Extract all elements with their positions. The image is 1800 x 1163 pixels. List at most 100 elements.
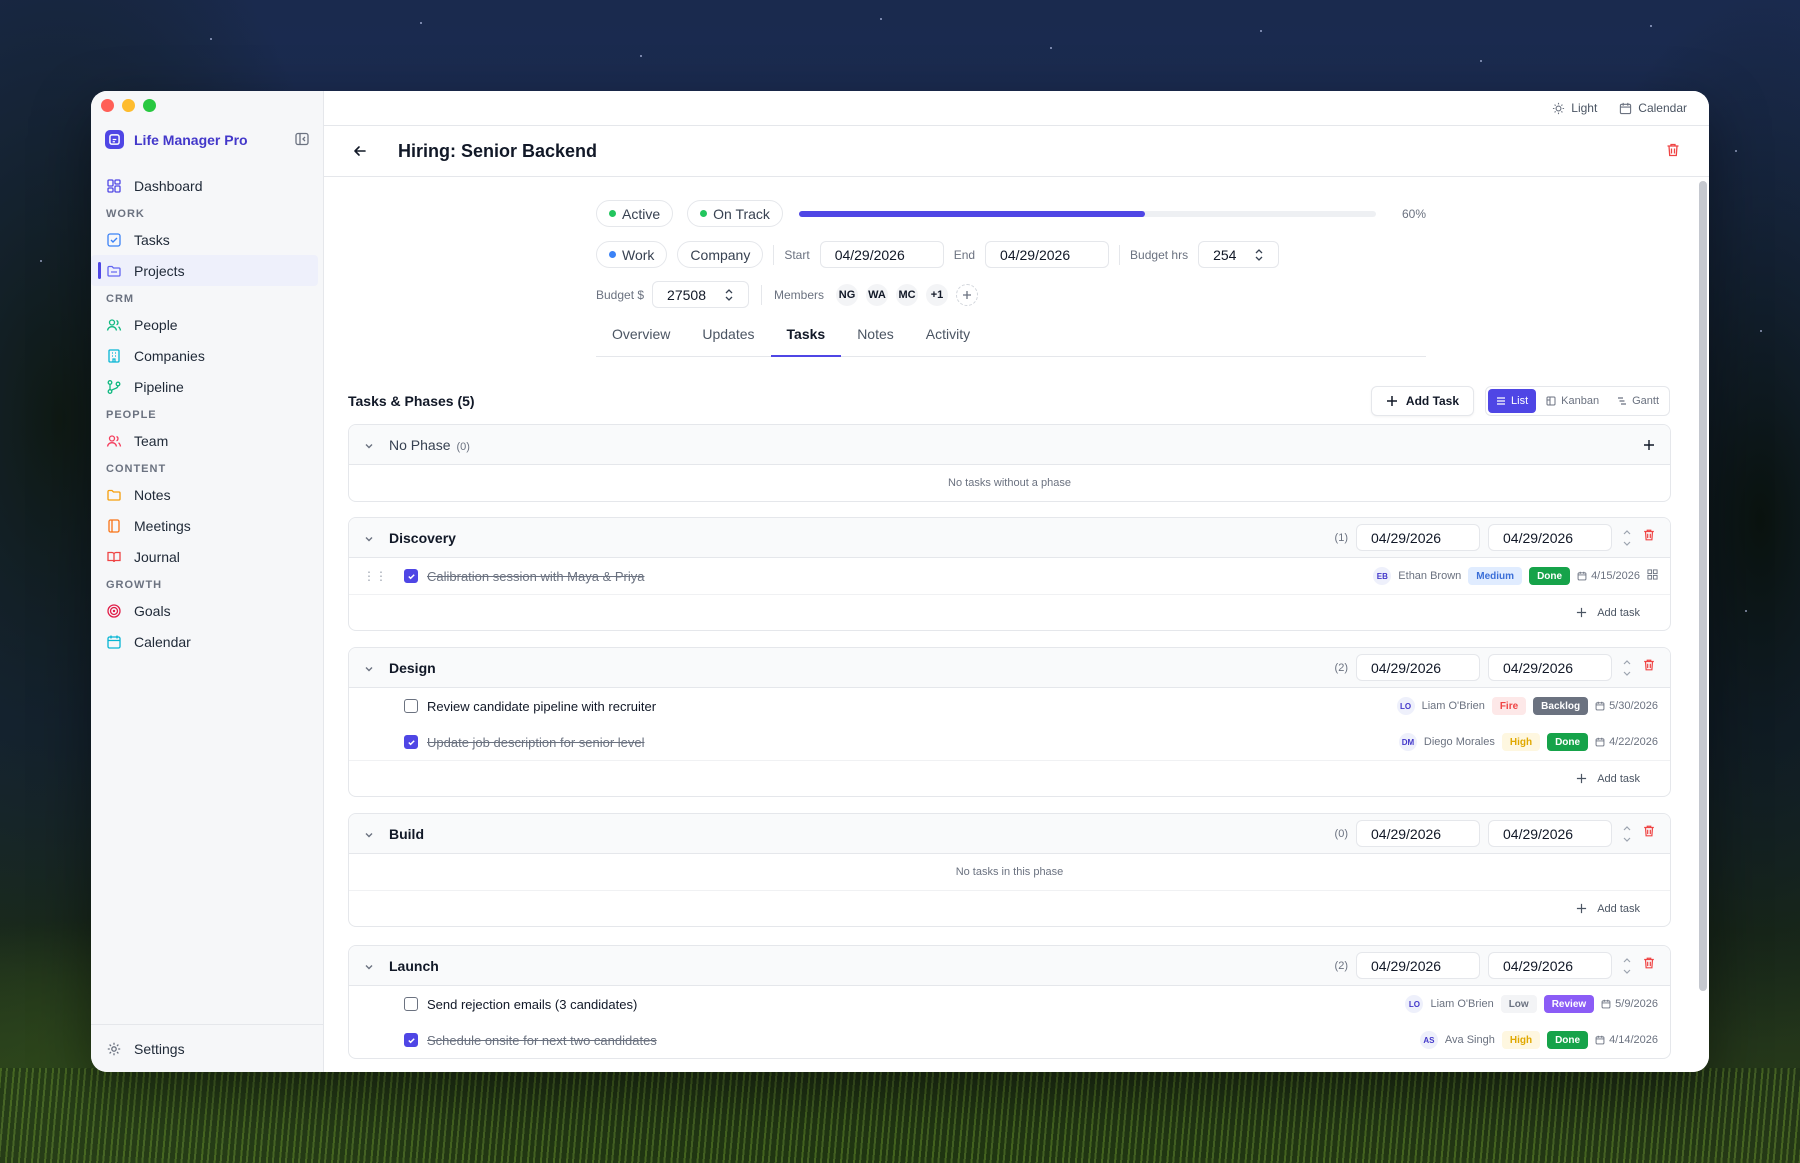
sidebar-item-notes[interactable]: Notes: [91, 479, 324, 510]
task-name: Update job description for senior level: [427, 734, 645, 750]
priority-badge[interactable]: High: [1501, 1031, 1541, 1049]
delete-phase-icon[interactable]: [1642, 528, 1656, 547]
sidebar-item-meetings[interactable]: Meetings: [91, 510, 324, 541]
status-badge[interactable]: Backlog: [1533, 697, 1589, 715]
maximize-window-button[interactable]: [143, 99, 156, 112]
add-task-row[interactable]: Add task: [349, 890, 1670, 926]
assignee-avatar: EB: [1373, 567, 1392, 585]
task-checkbox[interactable]: [404, 735, 418, 749]
budget-hrs-stepper[interactable]: 254: [1198, 241, 1280, 268]
sidebar-item-settings[interactable]: Settings: [91, 1024, 324, 1072]
tab-activity[interactable]: Activity: [910, 323, 986, 356]
reorder-phase-icon[interactable]: [1620, 954, 1634, 978]
scrollbar[interactable]: [1699, 181, 1707, 991]
priority-badge[interactable]: Medium: [1468, 567, 1523, 585]
delete-phase-icon[interactable]: [1642, 824, 1656, 843]
status-badge[interactable]: Done: [1529, 567, 1571, 585]
phase-no-phase: No Phase (0) No tasks without a phase: [348, 424, 1671, 502]
plus-icon: [1577, 903, 1587, 914]
sidebar-item-tasks[interactable]: Tasks: [91, 224, 324, 255]
phase-end-date[interactable]: 04/29/2026: [1488, 952, 1612, 979]
back-arrow-icon[interactable]: [352, 143, 368, 164]
more-members-badge[interactable]: +1: [926, 283, 948, 306]
chevron-down-icon[interactable]: [363, 828, 375, 846]
drag-handle-icon[interactable]: ⋮⋮: [363, 569, 387, 583]
task-row[interactable]: Review candidate pipeline with recruiter…: [349, 688, 1670, 724]
phase-start-date[interactable]: 04/29/2026: [1356, 524, 1480, 551]
reorder-phase-icon[interactable]: [1620, 656, 1634, 680]
task-row[interactable]: Send rejection emails (3 candidates) LO …: [349, 986, 1670, 1022]
sidebar-item-companies[interactable]: Companies: [91, 340, 324, 371]
view-gantt-button[interactable]: Gantt: [1609, 389, 1667, 413]
add-task-row[interactable]: Add task: [349, 760, 1670, 796]
priority-badge[interactable]: Low: [1500, 995, 1537, 1013]
end-date-input[interactable]: 04/29/2026: [985, 241, 1110, 268]
phase-end-date[interactable]: 04/29/2026: [1488, 654, 1612, 681]
budget-stepper[interactable]: 27508: [652, 281, 749, 308]
area-pill[interactable]: Work: [596, 241, 668, 268]
calendar-button[interactable]: Calendar: [1619, 101, 1687, 115]
phase-start-date[interactable]: 04/29/2026: [1356, 952, 1480, 979]
status-pill[interactable]: Active: [596, 200, 674, 227]
health-pill[interactable]: On Track: [687, 200, 783, 227]
task-meta: LO Liam O'Brien Fire Backlog 5/30/2026: [1396, 697, 1658, 715]
delete-project-icon[interactable]: [1665, 142, 1681, 163]
phase-start-date[interactable]: 04/29/2026: [1356, 820, 1480, 847]
member-avatar[interactable]: WA: [866, 283, 888, 306]
add-member-button[interactable]: [956, 283, 978, 306]
task-meta: AS Ava Singh High Done 4/14/2026: [1419, 1031, 1658, 1049]
view-list-button[interactable]: List: [1488, 389, 1537, 413]
tab-tasks[interactable]: Tasks: [770, 323, 842, 357]
sidebar-item-people[interactable]: People: [91, 309, 324, 340]
sidebar-item-projects[interactable]: Projects: [91, 255, 318, 286]
sidebar-item-pipeline[interactable]: Pipeline: [91, 371, 324, 402]
add-task-button[interactable]: Add Task: [1370, 386, 1475, 416]
priority-badge[interactable]: High: [1501, 733, 1541, 751]
subtasks-icon[interactable]: [1647, 569, 1658, 583]
member-avatar[interactable]: NG: [836, 283, 858, 306]
delete-phase-icon[interactable]: [1642, 658, 1656, 677]
member-avatar[interactable]: MC: [896, 283, 918, 306]
tab-updates[interactable]: Updates: [686, 323, 770, 356]
sidebar-item-journal[interactable]: Journal: [91, 541, 324, 572]
task-checkbox[interactable]: [404, 1033, 418, 1047]
add-task-row[interactable]: Add task: [349, 594, 1670, 630]
delete-phase-icon[interactable]: [1642, 956, 1656, 975]
sidebar-item-team[interactable]: Team: [91, 425, 324, 456]
due-date-text: 4/15/2026: [1591, 570, 1640, 582]
reorder-phase-icon[interactable]: [1620, 822, 1634, 846]
empty-state: No tasks in this phase: [955, 866, 1064, 878]
sidebar-item-dashboard[interactable]: Dashboard: [91, 170, 324, 201]
view-kanban-button[interactable]: Kanban: [1538, 389, 1607, 413]
add-phase-task-icon[interactable]: [1642, 438, 1656, 452]
sidebar-collapse-icon[interactable]: [294, 131, 310, 147]
reorder-phase-icon[interactable]: [1620, 526, 1634, 550]
sidebar-item-goals[interactable]: Goals: [91, 595, 324, 626]
status-badge[interactable]: Done: [1547, 1031, 1589, 1049]
minimize-window-button[interactable]: [122, 99, 135, 112]
task-row[interactable]: Update job description for senior level …: [349, 724, 1670, 760]
priority-badge[interactable]: Fire: [1491, 697, 1527, 715]
phase-start-date[interactable]: 04/29/2026: [1356, 654, 1480, 681]
tab-overview[interactable]: Overview: [596, 323, 686, 356]
task-checkbox[interactable]: [404, 569, 418, 583]
phase-end-date[interactable]: 04/29/2026: [1488, 820, 1612, 847]
company-pill[interactable]: Company: [677, 241, 764, 268]
task-checkbox[interactable]: [404, 997, 418, 1011]
task-row[interactable]: Schedule onsite for next two candidates …: [349, 1022, 1670, 1058]
status-badge[interactable]: Review: [1543, 995, 1595, 1013]
close-window-button[interactable]: [101, 99, 114, 112]
chevron-down-icon[interactable]: [363, 662, 375, 680]
chevron-down-icon[interactable]: [363, 439, 375, 457]
phase-end-date[interactable]: 04/29/2026: [1488, 524, 1612, 551]
task-checkbox[interactable]: [404, 699, 418, 713]
sidebar-item-calendar[interactable]: Calendar: [91, 626, 324, 657]
theme-toggle[interactable]: Light: [1552, 101, 1597, 115]
status-badge[interactable]: Done: [1547, 733, 1589, 751]
chevron-down-icon[interactable]: [363, 960, 375, 978]
chevron-down-icon[interactable]: [363, 532, 375, 550]
tab-notes[interactable]: Notes: [841, 323, 910, 356]
task-row[interactable]: ⋮⋮ Calibration session with Maya & Priya…: [349, 558, 1670, 594]
phase-header: Discovery (1) 04/29/2026 04/29/2026: [349, 518, 1670, 558]
start-date-input[interactable]: 04/29/2026: [819, 241, 944, 268]
